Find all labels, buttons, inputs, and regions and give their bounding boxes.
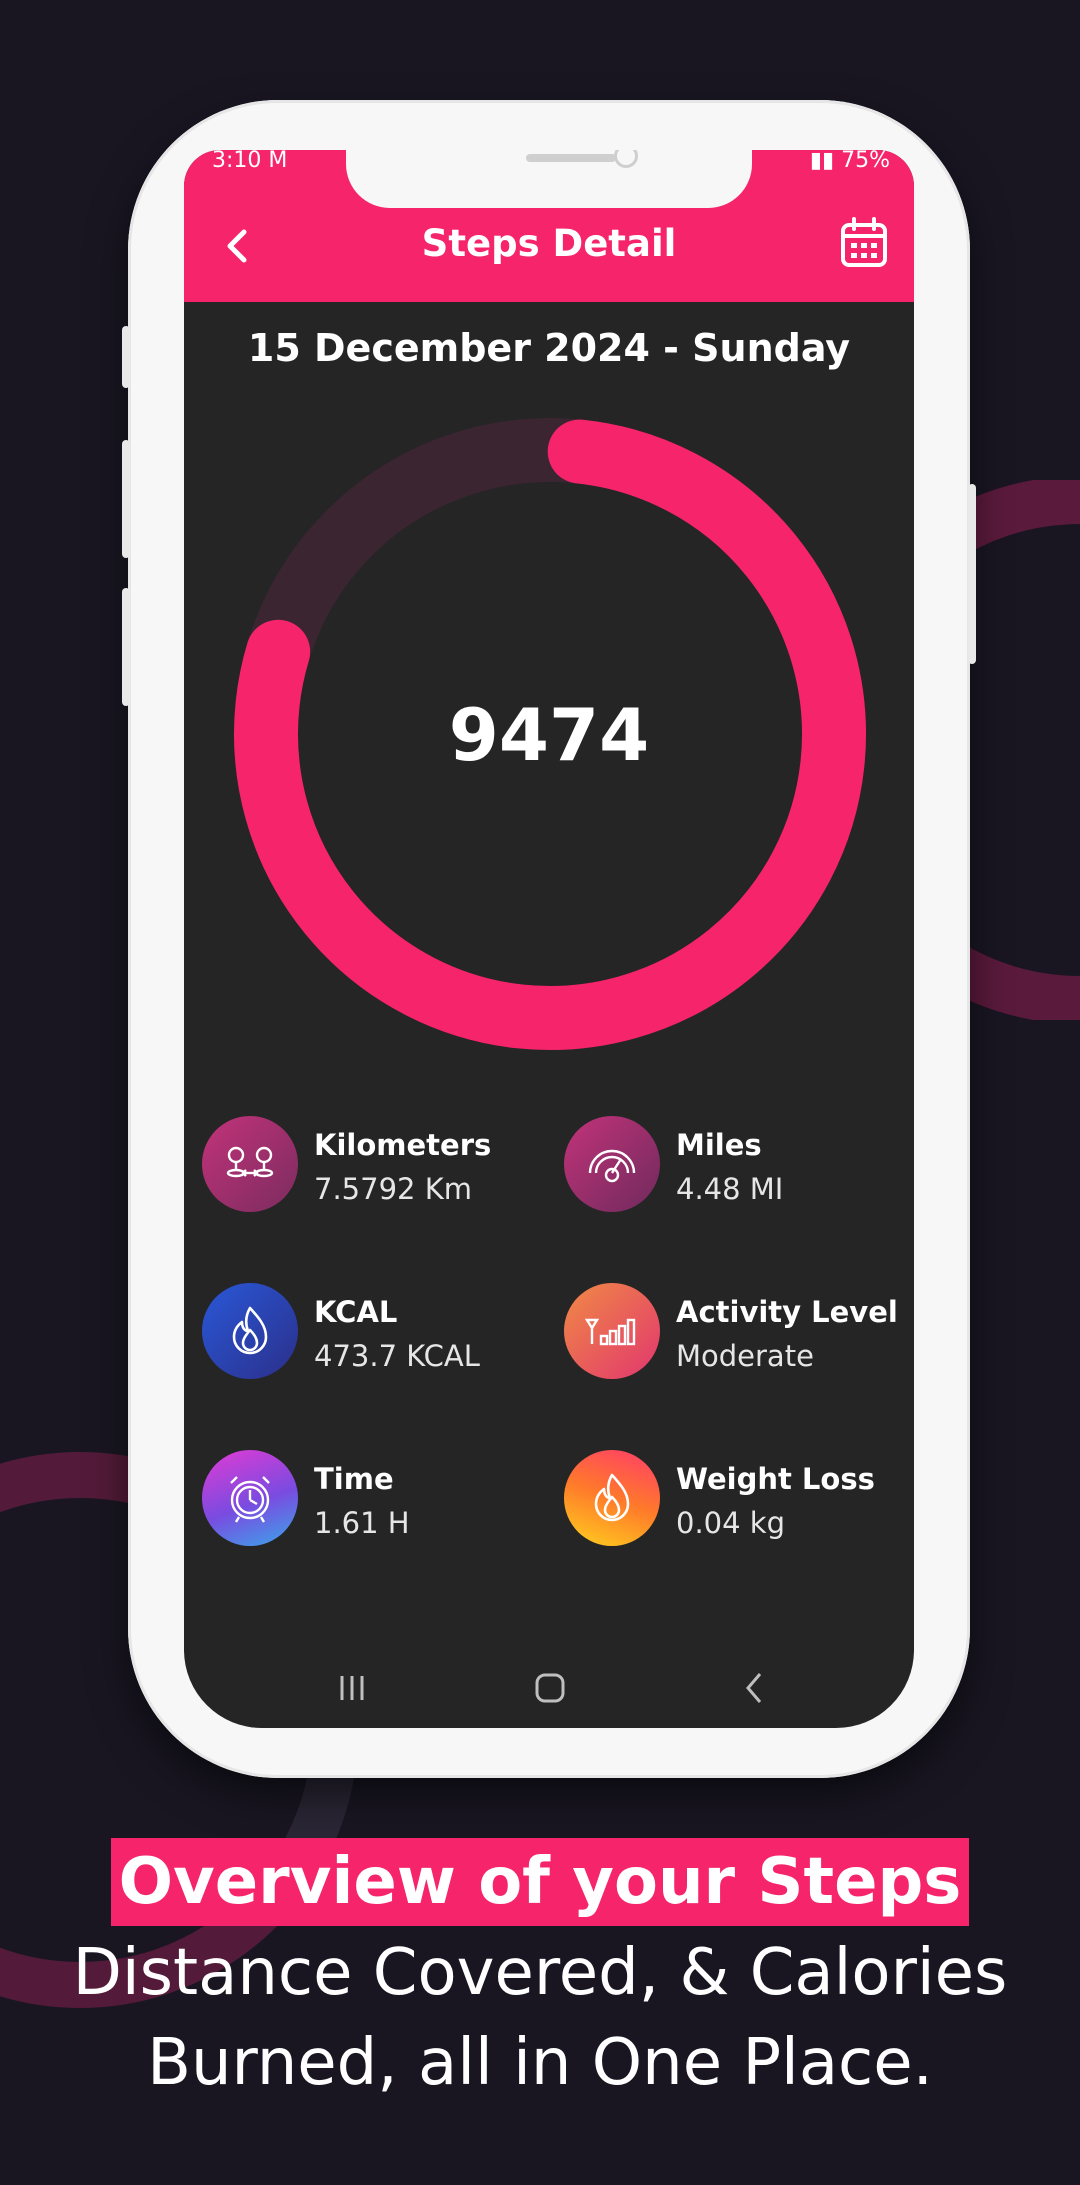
volume-button bbox=[122, 326, 130, 388]
stat-value: 0.04 kg bbox=[676, 1506, 785, 1540]
bg-arc-right bbox=[960, 480, 1080, 1020]
distance-pins-icon bbox=[202, 1116, 298, 1212]
back-arrow-icon bbox=[746, 1673, 762, 1703]
front-camera bbox=[614, 150, 638, 168]
recent-apps-button[interactable] bbox=[322, 1666, 382, 1710]
stat-time: Time 1.61 H bbox=[202, 1450, 532, 1550]
system-nav-bar bbox=[184, 1648, 914, 1728]
speaker bbox=[526, 154, 616, 162]
stat-kcal: KCAL 473.7 KCAL bbox=[202, 1283, 532, 1383]
app-screen: 3:10 M ▮▮ 75% Steps Detail 15 December 2… bbox=[184, 150, 914, 1728]
caption-headline-wrap: Overview of your Steps bbox=[0, 1838, 1080, 1926]
stat-value: 4.48 MI bbox=[676, 1172, 784, 1206]
stat-label: Time bbox=[314, 1462, 394, 1496]
calendar-icon bbox=[841, 217, 887, 267]
page-title: Steps Detail bbox=[421, 222, 677, 265]
recent-apps-icon bbox=[340, 1676, 364, 1700]
stat-activity-level: Activity Level Moderate bbox=[564, 1283, 898, 1383]
alarm-clock-icon bbox=[202, 1450, 298, 1546]
stat-label: Weight Loss bbox=[676, 1462, 875, 1496]
stat-value: Moderate bbox=[676, 1339, 814, 1373]
stat-label: Activity Level bbox=[676, 1295, 898, 1329]
phone-notch bbox=[346, 150, 752, 208]
stat-label: Miles bbox=[676, 1128, 762, 1162]
home-icon bbox=[535, 1673, 565, 1703]
caption-line-1: Distance Covered, & Calories bbox=[72, 1936, 1008, 2010]
stat-value: 473.7 KCAL bbox=[314, 1339, 480, 1373]
stat-weight-loss: Weight Loss 0.04 kg bbox=[564, 1450, 894, 1550]
speedometer-icon bbox=[564, 1116, 660, 1212]
stat-value: 7.5792 Km bbox=[314, 1172, 472, 1206]
stat-miles: Miles 4.48 MI bbox=[564, 1116, 894, 1216]
stat-label: KCAL bbox=[314, 1295, 398, 1329]
home-button[interactable] bbox=[520, 1666, 580, 1710]
status-battery: ▮▮ 75% bbox=[810, 150, 890, 173]
caption-headline: Overview of your Steps bbox=[110, 1838, 970, 1926]
step-count: 9474 bbox=[448, 693, 650, 777]
date-label: 15 December 2024 - Sunday bbox=[247, 326, 851, 370]
volume-button bbox=[122, 588, 130, 706]
calendar-button[interactable] bbox=[838, 216, 890, 272]
power-button bbox=[968, 484, 976, 664]
battery-level: 75% bbox=[841, 150, 890, 173]
signal-bars-icon bbox=[564, 1283, 660, 1379]
stat-value: 1.61 H bbox=[314, 1506, 410, 1540]
caption-line-2: Burned, all in One Place. bbox=[147, 2026, 933, 2100]
status-time: 3:10 M bbox=[212, 150, 288, 173]
signal-icon: ▮▮ bbox=[809, 150, 835, 173]
volume-button bbox=[122, 440, 130, 558]
fire-icon bbox=[564, 1450, 660, 1546]
stat-kilometers: Kilometers 7.5792 Km bbox=[202, 1116, 532, 1216]
stat-label: Kilometers bbox=[314, 1128, 492, 1162]
nav-back-button[interactable] bbox=[724, 1666, 784, 1710]
flame-icon bbox=[202, 1283, 298, 1379]
